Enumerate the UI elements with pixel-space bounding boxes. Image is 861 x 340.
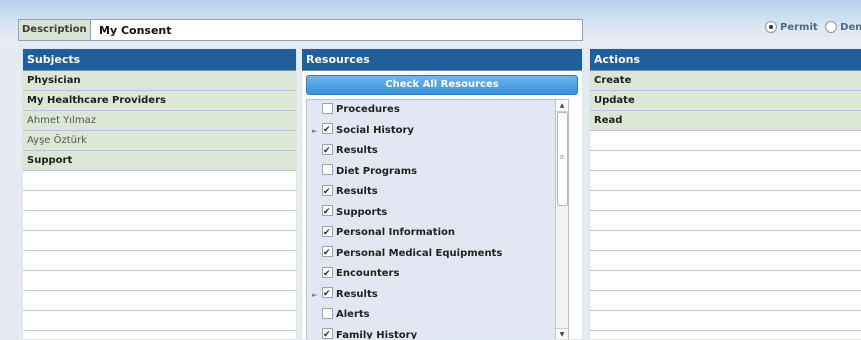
resource-item-label: Procedures [336, 104, 400, 115]
checkbox-icon[interactable] [322, 144, 333, 155]
checkbox-icon[interactable] [322, 328, 333, 339]
subject-empty-row [23, 231, 296, 251]
checkbox-icon[interactable] [322, 164, 333, 175]
action-item[interactable]: Read [590, 111, 861, 131]
subject-empty-row [23, 171, 296, 191]
subject-empty-row [23, 191, 296, 211]
resource-item[interactable]: Encounters [307, 264, 568, 285]
decision-radio-group: Permit Deny [765, 21, 861, 33]
action-item[interactable]: Update [590, 91, 861, 111]
resource-item[interactable]: Diet Programs [307, 162, 568, 183]
subjects-panel: Subjects PhysicianMy Healthcare Provider… [22, 48, 297, 340]
resource-item-label: Results [336, 145, 378, 156]
resource-item-label: Personal Information [336, 227, 455, 238]
resources-panel: Resources Check All Resources Procedures… [301, 48, 583, 340]
resource-item-label: Results [336, 186, 378, 197]
resource-item-label: Encounters [336, 268, 399, 279]
description-input[interactable] [95, 20, 583, 40]
subject-item[interactable]: Support [23, 151, 296, 171]
scroll-grip-icon: ≡ [559, 153, 565, 161]
checkbox-icon[interactable] [322, 267, 333, 278]
action-empty-row [590, 271, 861, 291]
action-empty-row [590, 191, 861, 211]
action-empty-row [590, 131, 861, 151]
subject-item[interactable]: My Healthcare Providers [23, 91, 296, 111]
resource-item-label: Family History [336, 330, 417, 340]
resources-tree-items: Procedures ► Social History Results Diet Pro… [307, 100, 568, 340]
checkbox-icon[interactable] [322, 123, 333, 134]
subject-item[interactable]: Physician [23, 71, 296, 91]
actions-panel: Actions CreateUpdateRead [589, 48, 861, 340]
expand-arrow-icon[interactable]: ► [312, 121, 317, 142]
deny-radio-option[interactable]: Deny [825, 21, 861, 33]
scroll-down-icon[interactable]: ▼ [556, 328, 568, 340]
deny-radio-icon[interactable] [825, 21, 837, 33]
permit-radio-label: Permit [780, 22, 818, 33]
resource-item-label: Social History [336, 125, 414, 136]
subject-item[interactable]: Ayşe Öztürk [23, 131, 296, 151]
checkbox-icon[interactable] [322, 287, 333, 298]
expand-arrow-icon[interactable]: ► [312, 285, 317, 306]
subject-empty-row [23, 311, 296, 331]
resources-tree: Procedures ► Social History Results Diet Pro… [306, 99, 569, 340]
resource-item[interactable]: Results [307, 141, 568, 162]
check-all-resources-button[interactable]: Check All Resources [306, 75, 578, 95]
resource-item[interactable]: Results [307, 182, 568, 203]
subjects-header: Subjects [23, 49, 296, 71]
resource-item[interactable]: Personal Medical Equipments [307, 244, 568, 265]
scroll-up-icon[interactable]: ▲ [556, 100, 568, 112]
action-empty-row [590, 231, 861, 251]
resources-header: Resources [302, 49, 582, 71]
actions-list: CreateUpdateRead [590, 71, 861, 331]
resource-item-label: Personal Medical Equipments [336, 248, 502, 259]
subject-empty-row [23, 251, 296, 271]
checkbox-icon[interactable] [322, 103, 333, 114]
action-empty-row [590, 151, 861, 171]
resource-item[interactable]: Procedures [307, 100, 568, 121]
top-bar: Description Permit Deny [0, 0, 861, 44]
action-item[interactable]: Create [590, 71, 861, 91]
deny-radio-label: Deny [840, 22, 861, 33]
description-field-wrapper: Description [18, 19, 583, 41]
checkbox-icon[interactable] [322, 205, 333, 216]
subject-empty-row [23, 291, 296, 311]
action-empty-row [590, 211, 861, 231]
action-empty-row [590, 291, 861, 311]
resource-item-label: Supports [336, 207, 387, 218]
resources-scrollbar[interactable]: ▲ ≡ ▼ [555, 100, 568, 340]
action-empty-row [590, 251, 861, 271]
action-empty-row [590, 171, 861, 191]
subject-empty-row [23, 211, 296, 231]
resource-item-label: Results [336, 289, 378, 300]
resource-item[interactable]: Personal Information [307, 223, 568, 244]
checkbox-icon[interactable] [322, 185, 333, 196]
checkbox-icon[interactable] [322, 308, 333, 319]
resource-item-label: Alerts [336, 309, 370, 320]
resource-item[interactable]: Supports [307, 203, 568, 224]
checkbox-icon[interactable] [322, 226, 333, 237]
resource-item[interactable]: ► Social History [307, 121, 568, 142]
resource-item-label: Diet Programs [336, 166, 417, 177]
subjects-list: PhysicianMy Healthcare ProvidersAhmet Yı… [23, 71, 296, 331]
scroll-thumb[interactable]: ≡ [557, 112, 568, 206]
permit-radio-option[interactable]: Permit [765, 21, 818, 33]
subject-item[interactable]: Ahmet Yılmaz [23, 111, 296, 131]
resource-item[interactable]: Alerts [307, 305, 568, 326]
subject-empty-row [23, 271, 296, 291]
actions-header: Actions [590, 49, 861, 71]
action-empty-row [590, 311, 861, 331]
description-label: Description [19, 20, 91, 40]
resource-item[interactable]: ► Results [307, 285, 568, 306]
permit-radio-icon[interactable] [765, 21, 777, 33]
checkbox-icon[interactable] [322, 246, 333, 257]
